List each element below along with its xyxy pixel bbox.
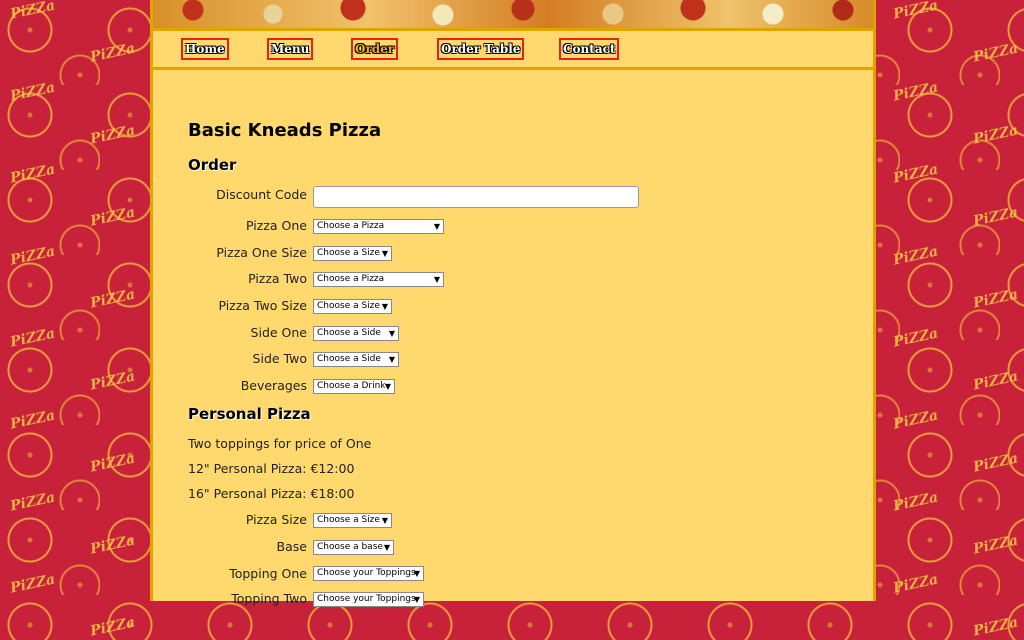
dropdown-arrow-icon: ▼	[413, 569, 420, 578]
pizza-pattern-word: PiZZa	[8, 243, 57, 269]
price-12-inch: 12" Personal Pizza: €12:00	[188, 461, 355, 476]
side-two-select[interactable]: Choose a Side ▼	[313, 352, 399, 367]
dropdown-arrow-icon: ▼	[383, 543, 390, 552]
pizza-pattern-word: PiZZa	[971, 532, 1020, 558]
dropdown-arrow-icon: ▼	[381, 249, 388, 258]
pizza-one-size-label: Pizza One Size	[216, 245, 307, 260]
pizza-pattern-word: PiZZa	[971, 286, 1020, 312]
topping-one-select-value: Choose your Toppings	[317, 568, 416, 578]
pizza-pattern-word: PiZZa	[88, 122, 137, 148]
pizza-two-size-label: Pizza Two Size	[218, 298, 307, 313]
dropdown-arrow-icon: ▼	[388, 329, 395, 338]
dropdown-arrow-icon: ▼	[381, 302, 388, 311]
dropdown-arrow-icon: ▼	[433, 222, 440, 231]
nav-order-link[interactable]: Order	[351, 38, 399, 60]
side-one-label: Side One	[250, 325, 307, 340]
base-label: Base	[276, 539, 307, 554]
pizza-pattern-word: PiZZa	[891, 489, 940, 515]
topping-two-select[interactable]: Choose your Toppings ▼	[313, 592, 424, 607]
dropdown-arrow-icon: ▼	[381, 516, 388, 525]
base-select-value: Choose a base	[317, 542, 383, 552]
dropdown-arrow-icon: ▼	[388, 355, 395, 364]
beverages-select-value: Choose a Drink	[317, 381, 386, 391]
pizza-pattern-word: PiZZa	[88, 614, 137, 640]
pizza-pattern-word: PiZZa	[8, 0, 57, 23]
pizza-pattern-word: PiZZa	[971, 368, 1020, 394]
pizza-one-label: Pizza One	[246, 218, 307, 233]
base-select[interactable]: Choose a base ▼	[313, 540, 394, 555]
pizza-pattern-word: PiZZa	[891, 161, 940, 187]
nav-menu-link[interactable]: Menu	[267, 38, 314, 60]
pizza-pattern-word: PiZZa	[8, 407, 57, 433]
dropdown-arrow-icon: ▼	[433, 275, 440, 284]
pizza-two-label: Pizza Two	[248, 271, 307, 286]
pizza-one-size-select-value: Choose a Size	[317, 248, 380, 258]
pizza-pattern-word: PiZZa	[891, 571, 940, 597]
side-one-select-value: Choose a Side	[317, 328, 381, 338]
nav-contact-link[interactable]: Contact	[559, 38, 620, 60]
dropdown-arrow-icon: ▼	[384, 382, 391, 391]
pizza-size-label: Pizza Size	[245, 512, 307, 527]
nav-home-link[interactable]: Home	[181, 38, 229, 60]
pizza-pattern-word: PiZZa	[971, 614, 1020, 640]
beverages-select[interactable]: Choose a Drink ▼	[313, 379, 395, 394]
pizza-pattern-word: PiZZa	[8, 79, 57, 105]
personal-pizza-promo: Two toppings for price of One	[188, 436, 372, 451]
order-heading: Order	[188, 156, 237, 174]
pizza-pattern-word: PiZZa	[971, 204, 1020, 230]
topping-one-select[interactable]: Choose your Toppings ▼	[313, 566, 424, 581]
pizza-pattern-word: PiZZa	[88, 450, 137, 476]
pizza-size-select[interactable]: Choose a Size ▼	[313, 513, 392, 528]
pizza-size-select-value: Choose a Size	[317, 515, 380, 525]
main-content-panel: Home Menu Order Order Table Contact Basi…	[150, 0, 876, 607]
pizza-pattern-word: PiZZa	[88, 368, 137, 394]
pizza-one-select[interactable]: Choose a Pizza ▼	[313, 219, 444, 234]
side-two-select-value: Choose a Side	[317, 354, 381, 364]
discount-code-input[interactable]	[313, 186, 639, 208]
side-two-label: Side Two	[252, 351, 307, 366]
pizza-pattern-word: PiZZa	[891, 407, 940, 433]
discount-code-label: Discount Code	[216, 187, 307, 202]
pizza-pattern-word: PiZZa	[971, 122, 1020, 148]
nav-order-table-link[interactable]: Order Table	[437, 38, 525, 60]
topping-two-select-value: Choose your Toppings	[317, 594, 416, 604]
pizza-pattern-word: PiZZa	[891, 0, 940, 23]
pizza-pattern-word: PiZZa	[8, 161, 57, 187]
pizza-pattern-word: PiZZa	[8, 325, 57, 351]
pizza-pattern-word: PiZZa	[891, 243, 940, 269]
page-title: Basic Kneads Pizza	[188, 120, 382, 141]
pizza-one-size-select[interactable]: Choose a Size ▼	[313, 246, 392, 261]
topping-one-label: Topping One	[229, 566, 307, 581]
dropdown-arrow-icon: ▼	[413, 595, 420, 604]
personal-pizza-heading: Personal Pizza	[188, 405, 311, 423]
pizza-one-select-value: Choose a Pizza	[317, 221, 385, 231]
pizza-two-select-value: Choose a Pizza	[317, 274, 385, 284]
beverages-label: Beverages	[240, 378, 307, 393]
pizza-pattern-word: PiZZa	[971, 40, 1020, 66]
pizza-two-size-select-value: Choose a Size	[317, 301, 380, 311]
pizza-pattern-word: PiZZa	[891, 79, 940, 105]
pizza-pattern-word: PiZZa	[8, 571, 57, 597]
pizza-pattern-word: PiZZa	[88, 40, 137, 66]
topping-two-label: Topping Two	[231, 591, 307, 606]
pizza-pattern-word: PiZZa	[8, 489, 57, 515]
pizza-two-select[interactable]: Choose a Pizza ▼	[313, 272, 444, 287]
pizza-banner-image	[153, 0, 873, 31]
pizza-two-size-select[interactable]: Choose a Size ▼	[313, 299, 392, 314]
pizza-pattern-word: PiZZa	[88, 204, 137, 230]
price-16-inch: 16" Personal Pizza: €18:00	[188, 486, 355, 501]
pizza-pattern-word: PiZZa	[891, 325, 940, 351]
top-navigation: Home Menu Order Order Table Contact	[153, 31, 873, 70]
pizza-pattern-word: PiZZa	[88, 532, 137, 558]
pizza-pattern-word: PiZZa	[88, 286, 137, 312]
side-one-select[interactable]: Choose a Side ▼	[313, 326, 399, 341]
pizza-pattern-word: PiZZa	[971, 450, 1020, 476]
